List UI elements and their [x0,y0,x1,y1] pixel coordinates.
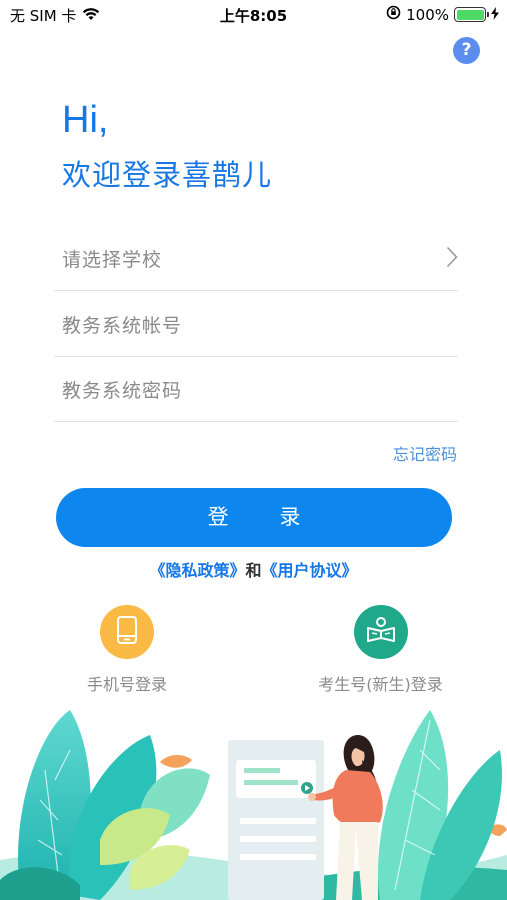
school-select-placeholder: 请选择学校 [62,249,163,271]
help-button[interactable]: ? [453,37,480,64]
orientation-lock-icon [386,5,401,24]
welcome-subtitle: 欢迎登录喜鹊儿 [62,158,273,192]
privacy-policy-link[interactable]: 《隐私政策》 [149,561,245,580]
battery-percent: 100% [406,5,449,24]
password-input-placeholder: 教务系统密码 [62,380,183,402]
phone-login-circle[interactable] [100,605,154,659]
phone-login-option[interactable]: 手机号登录 [67,605,187,695]
battery-icon [454,7,489,22]
battery-fill [456,9,484,20]
exam-login-circle[interactable] [353,605,408,659]
greeting-title: Hi, [62,99,109,141]
forgot-password-link[interactable]: 忘记密码 [393,441,457,465]
account-input-placeholder: 教务系统帐号 [62,315,183,337]
phone-icon [116,616,138,648]
agreement-line: 《隐私政策》和《用户协议》 [0,557,507,581]
chevron-right-icon [446,246,458,272]
login-button[interactable]: 登 录 [56,488,452,547]
book-icon [366,617,396,647]
user-agreement-link[interactable]: 《用户协议》 [262,561,358,580]
decorative-illustration [0,710,507,900]
status-right: 100% [386,5,499,24]
agreement-and: 和 [245,561,262,580]
password-input[interactable]: 教务系统密码 [54,356,458,422]
account-input[interactable]: 教务系统帐号 [54,291,458,357]
school-select[interactable]: 请选择学校 [54,225,458,291]
exam-number-login-option[interactable]: 考生号(新生)登录 [303,605,458,695]
charging-icon [491,6,499,24]
status-bar: 无 SIM 卡 上午8:05 100% [0,0,507,28]
